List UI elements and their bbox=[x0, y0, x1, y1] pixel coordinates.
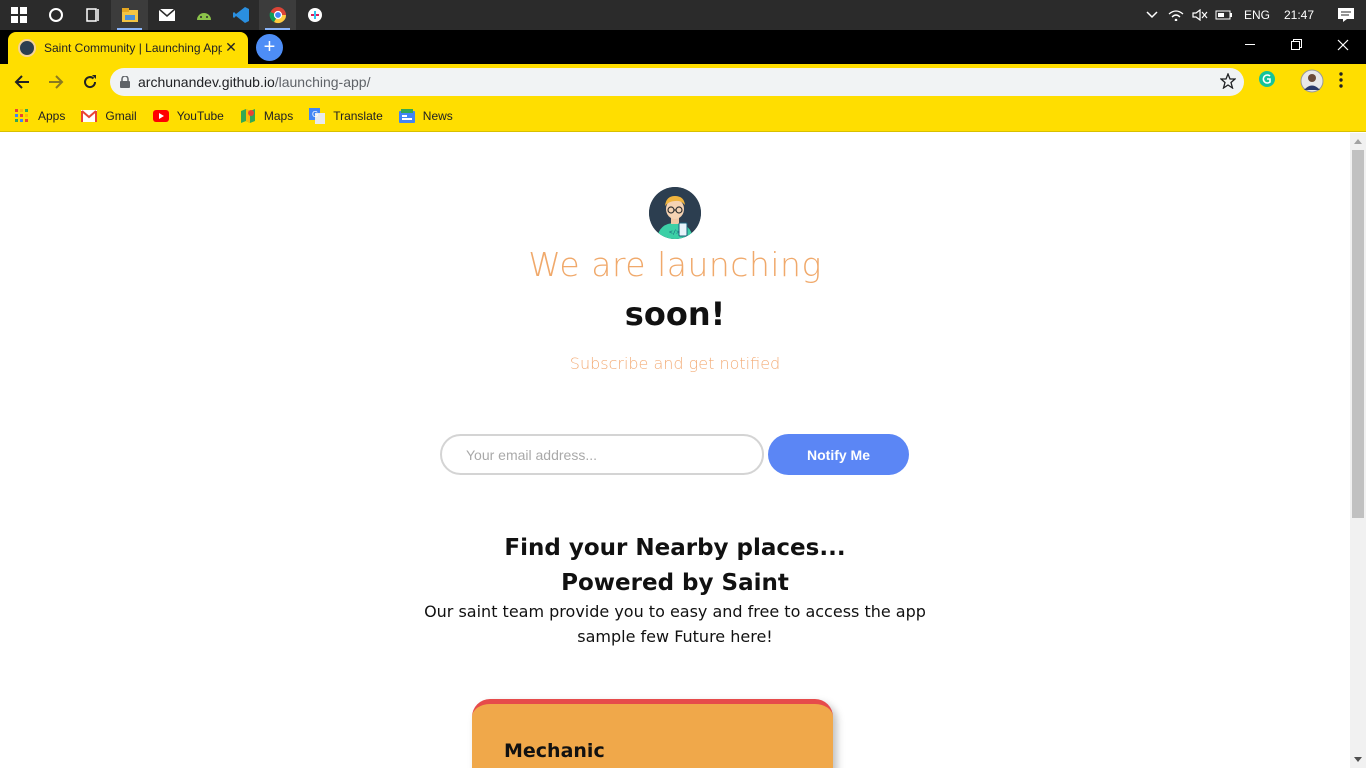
apps-grid-icon bbox=[14, 108, 30, 124]
clock[interactable]: 21:47 bbox=[1280, 8, 1326, 22]
bookmark-youtube[interactable]: YouTube bbox=[152, 108, 224, 124]
service-card-mechanic[interactable]: Mechanic bbox=[472, 699, 833, 768]
windows-start-icon[interactable] bbox=[0, 0, 37, 30]
svg-text:G: G bbox=[312, 110, 318, 119]
page-scrollbar[interactable] bbox=[1350, 133, 1366, 768]
grammarly-extension-icon[interactable] bbox=[1258, 70, 1276, 92]
notify-me-button[interactable]: Notify Me bbox=[768, 434, 909, 475]
mail-icon[interactable] bbox=[148, 0, 185, 30]
find-heading-line2: Powered by Saint bbox=[561, 570, 789, 596]
forward-button[interactable] bbox=[40, 66, 72, 98]
find-heading-line1: Find your Nearby places... bbox=[504, 535, 846, 561]
new-tab-button[interactable]: + bbox=[256, 34, 283, 61]
chevron-up-icon[interactable] bbox=[1140, 11, 1164, 19]
bookmark-gmail[interactable]: Gmail bbox=[81, 108, 137, 124]
file-explorer-icon[interactable] bbox=[111, 0, 148, 30]
news-icon bbox=[398, 108, 415, 124]
developer-avatar-icon: </> bbox=[649, 187, 701, 239]
volume-muted-icon[interactable] bbox=[1188, 9, 1212, 21]
close-window-button[interactable] bbox=[1320, 30, 1366, 60]
bookmark-apps[interactable]: Apps bbox=[14, 108, 65, 124]
bookmark-label: News bbox=[422, 108, 453, 123]
svg-text:</>: </> bbox=[669, 229, 680, 236]
description-line2: sample few Future here! bbox=[577, 627, 773, 646]
cortana-icon[interactable] bbox=[37, 0, 74, 30]
battery-icon[interactable] bbox=[1212, 10, 1236, 20]
url-path: /launching-app/ bbox=[274, 74, 371, 90]
menu-kebab-icon[interactable] bbox=[1338, 72, 1344, 92]
task-view-icon[interactable] bbox=[74, 0, 111, 30]
card-title: Mechanic bbox=[504, 740, 605, 762]
heading-launching: We are launching bbox=[528, 245, 822, 284]
system-tray: ENG 21:47 bbox=[1140, 0, 1366, 30]
slack-icon[interactable] bbox=[296, 0, 333, 30]
favicon bbox=[18, 39, 36, 57]
tab-active[interactable]: Saint Community | Launching App ✕ bbox=[8, 32, 248, 64]
language-indicator[interactable]: ENG bbox=[1236, 8, 1280, 22]
heading-soon: soon! bbox=[624, 295, 726, 333]
url-text[interactable]: archunandev.github.io/launching-app/ bbox=[138, 74, 370, 90]
bookmark-label: Apps bbox=[38, 108, 66, 123]
scrollbar-thumb[interactable] bbox=[1352, 150, 1364, 518]
browser-toolbar: archunandev.github.io/launching-app/ bbox=[0, 64, 1366, 100]
windows-taskbar: ENG 21:47 bbox=[0, 0, 1366, 30]
description-text: Our saint team provide you to easy and f… bbox=[0, 599, 1350, 649]
bookmark-label: Maps bbox=[263, 108, 294, 123]
url-host: archunandev.github.io bbox=[138, 74, 275, 90]
gmail-icon bbox=[81, 108, 98, 124]
bookmark-news[interactable]: News bbox=[398, 108, 453, 124]
back-button[interactable] bbox=[6, 66, 38, 98]
page-content: </> We are launching soon! Subscribe and… bbox=[0, 133, 1350, 768]
tab-title: Saint Community | Launching App bbox=[44, 41, 222, 55]
address-bar[interactable]: archunandev.github.io/launching-app/ bbox=[110, 68, 1244, 96]
find-places-heading: Find your Nearby places... Powered by Sa… bbox=[0, 531, 1350, 601]
bookmark-translate[interactable]: G Translate bbox=[309, 107, 383, 124]
minimize-button[interactable] bbox=[1228, 30, 1274, 60]
bookmark-label: Translate bbox=[333, 108, 383, 123]
bookmarks-bar: Apps Gmail YouTube Maps G Translate News bbox=[0, 100, 1366, 132]
bookmark-star-icon[interactable] bbox=[1219, 72, 1237, 93]
translate-icon: G bbox=[309, 107, 326, 124]
bookmark-label: YouTube bbox=[176, 108, 224, 123]
reload-button[interactable] bbox=[74, 66, 106, 98]
maps-icon bbox=[240, 108, 256, 124]
bookmark-label: Gmail bbox=[105, 108, 137, 123]
description-line1: Our saint team provide you to easy and f… bbox=[424, 602, 926, 621]
wifi-icon[interactable] bbox=[1164, 9, 1188, 21]
bookmark-maps[interactable]: Maps bbox=[240, 108, 293, 124]
scroll-down-icon[interactable] bbox=[1354, 757, 1362, 762]
vscode-icon[interactable] bbox=[222, 0, 259, 30]
close-tab-icon[interactable]: ✕ bbox=[222, 40, 240, 56]
chrome-icon[interactable] bbox=[259, 0, 296, 30]
android-studio-icon[interactable] bbox=[185, 0, 222, 30]
notification-icon[interactable] bbox=[1326, 7, 1366, 23]
tab-strip: Saint Community | Launching App ✕ + bbox=[0, 30, 1366, 64]
restore-button[interactable] bbox=[1274, 30, 1320, 60]
lock-icon[interactable] bbox=[120, 73, 130, 92]
scroll-up-icon[interactable] bbox=[1354, 139, 1362, 144]
profile-avatar[interactable] bbox=[1300, 69, 1324, 97]
subscribe-subtitle: Subscribe and get notified bbox=[569, 354, 781, 373]
youtube-icon bbox=[152, 108, 169, 124]
email-input[interactable] bbox=[440, 434, 764, 475]
